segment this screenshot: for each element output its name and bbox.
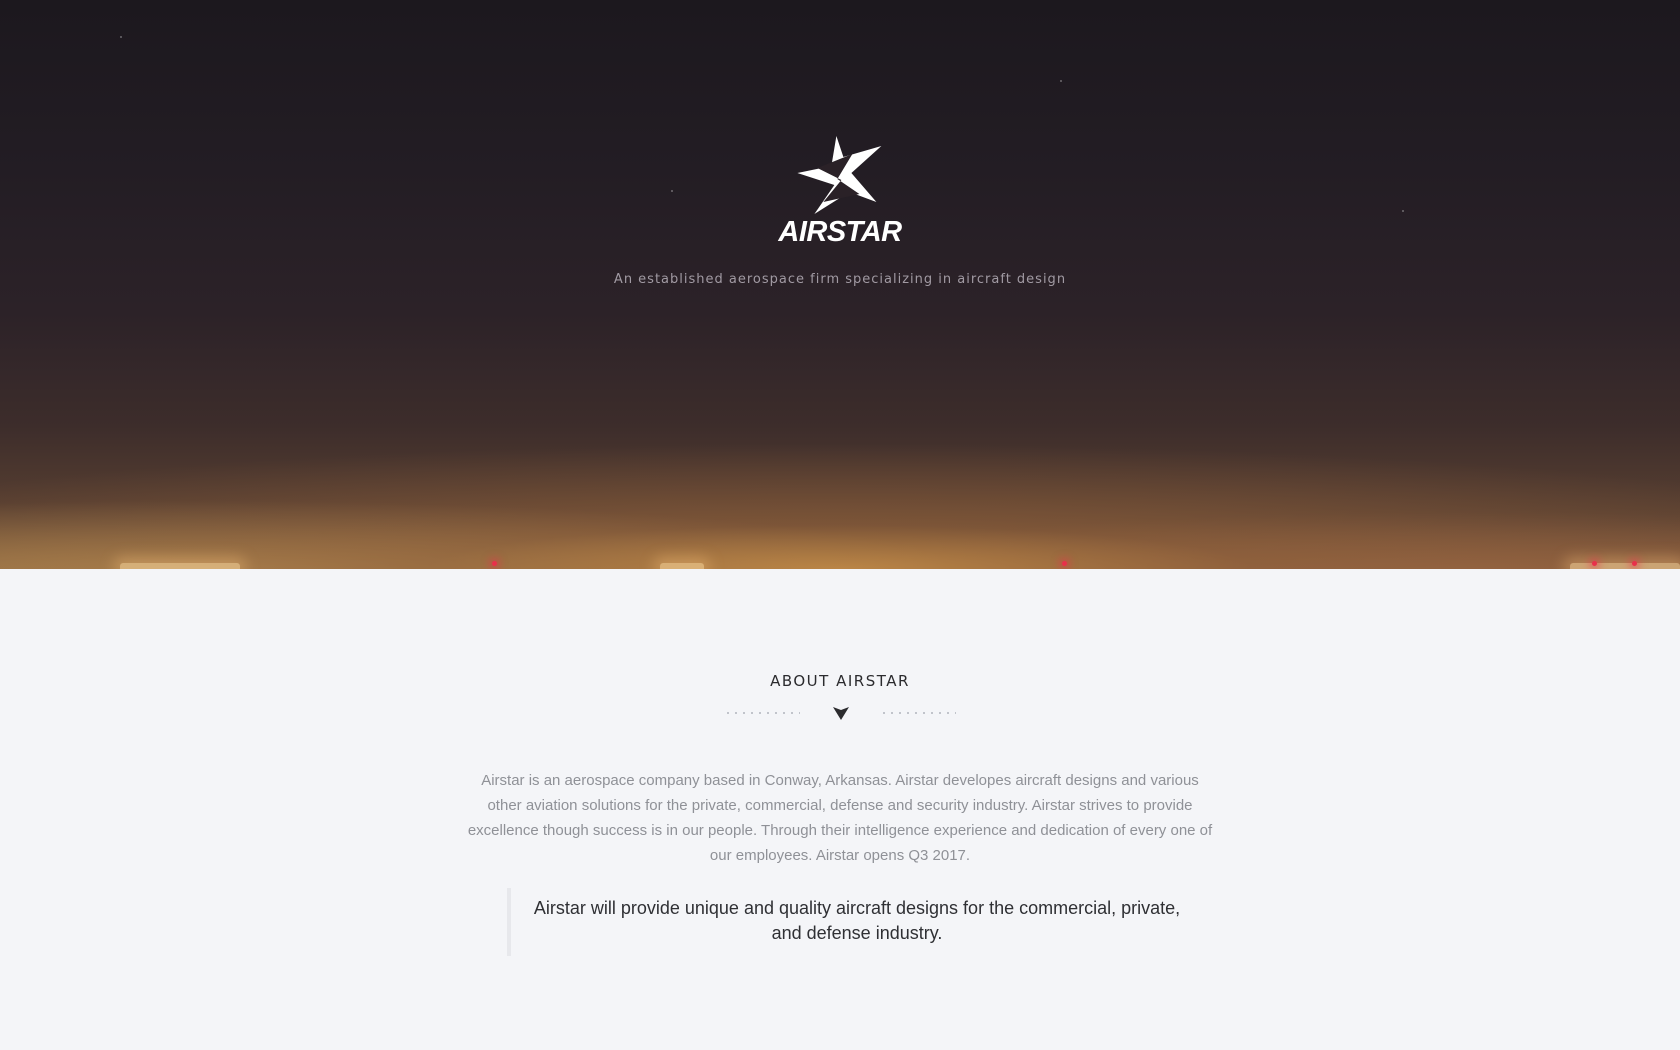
airstar-star-logo-icon <box>796 136 881 214</box>
runway-light <box>492 561 497 566</box>
section-divider <box>720 705 960 721</box>
divider-dots-left <box>724 712 800 714</box>
about-heading: ABOUT AIRSTAR <box>770 672 910 690</box>
about-description: Airstar is an aerospace company based in… <box>467 772 1213 864</box>
background-star <box>120 36 122 38</box>
runway-light <box>1632 561 1637 566</box>
logo-wordmark: AIRSTAR <box>778 216 902 248</box>
background-star <box>1402 210 1404 212</box>
mission-quote-text: Airstar will provide unique and quality … <box>533 898 1181 943</box>
background-star <box>671 190 673 192</box>
about-section: ABOUT AIRSTAR Airstar is an aerospace co… <box>0 569 1680 1050</box>
down-arrow-icon <box>833 707 849 720</box>
mission-quote: Airstar will provide unique and quality … <box>507 888 1183 956</box>
hero-banner: AIRSTAR An established aerospace firm sp… <box>0 0 1680 569</box>
runway-light <box>1062 561 1067 566</box>
logo[interactable]: AIRSTAR <box>778 136 902 248</box>
background-star <box>1060 80 1062 82</box>
divider-dots-right <box>880 712 956 714</box>
hero-tagline: An established aerospace firm specializi… <box>613 272 1067 287</box>
runway-light <box>1592 561 1597 566</box>
